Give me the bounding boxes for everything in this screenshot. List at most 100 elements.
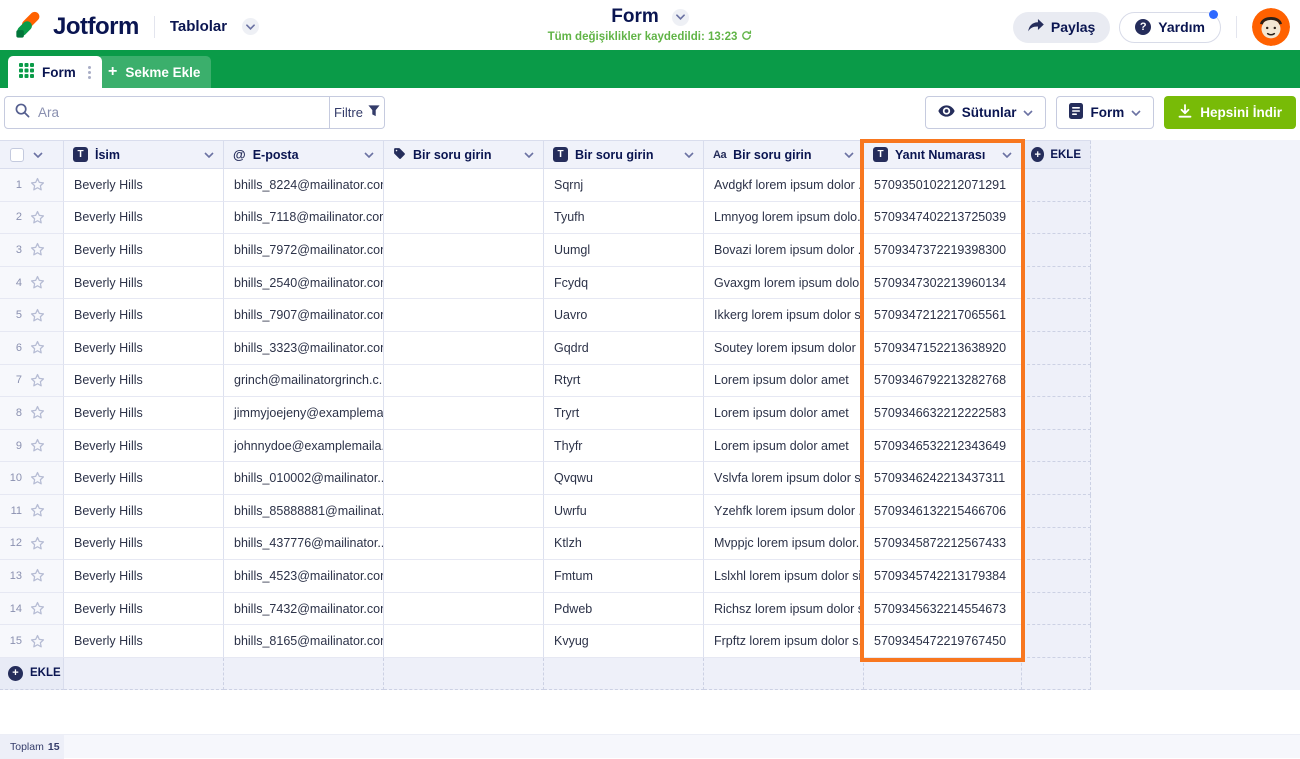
star-icon[interactable] (30, 340, 45, 355)
question2-cell[interactable]: Pdweb (544, 592, 704, 626)
star-icon[interactable] (30, 634, 45, 649)
question2-cell[interactable]: Ktlzh (544, 527, 704, 561)
question2-cell[interactable]: Sqrnj (544, 169, 704, 202)
name-cell[interactable]: Beverly Hills (64, 299, 224, 332)
question1-cell[interactable] (384, 592, 544, 626)
email-cell[interactable]: bhills_7907@mailinator.com (224, 299, 384, 332)
question3-cell[interactable]: Soutey lorem ipsum dolor ... (704, 331, 864, 365)
question1-cell[interactable] (384, 169, 544, 202)
email-cell[interactable]: bhills_010002@mailinator.... (224, 462, 384, 495)
email-cell[interactable]: bhills_7432@mailinator.com (224, 592, 384, 626)
star-icon[interactable] (30, 275, 45, 290)
question3-cell[interactable]: Lorem ipsum dolor amet (704, 364, 864, 398)
email-cell[interactable]: bhills_2540@mailinator.com (224, 266, 384, 300)
answer-number-cell[interactable]: 5709346532212343649 (864, 429, 1022, 463)
name-cell[interactable]: Beverly Hills (64, 494, 224, 528)
name-cell[interactable]: Beverly Hills (64, 331, 224, 365)
question3-cell[interactable]: Ikkerg lorem ipsum dolor s... (704, 299, 864, 332)
answer-number-cell[interactable]: 5709350102212071291 (864, 169, 1022, 202)
question3-cell[interactable]: Frpftz lorem ipsum dolor s... (704, 625, 864, 658)
view-button[interactable]: Form (1056, 96, 1155, 129)
star-icon[interactable] (30, 503, 45, 518)
answer-number-cell[interactable]: 5709347152213638920 (864, 331, 1022, 365)
question1-cell[interactable] (384, 299, 544, 332)
email-cell[interactable]: bhills_7972@mailinator.com (224, 234, 384, 267)
columns-button[interactable]: Sütunlar (924, 96, 1047, 129)
name-cell[interactable]: Beverly Hills (64, 397, 224, 430)
question3-cell[interactable]: Gvaxgm lorem ipsum dolo... (704, 266, 864, 300)
question2-cell[interactable]: Tryrt (544, 397, 704, 430)
star-icon[interactable] (30, 601, 45, 616)
answer-number-cell[interactable]: 5709347212217065561 (864, 299, 1022, 332)
question1-cell[interactable] (384, 494, 544, 528)
name-cell[interactable]: Beverly Hills (64, 234, 224, 267)
answer-number-cell[interactable]: 5709346132215466706 (864, 494, 1022, 528)
question1-cell[interactable] (384, 462, 544, 495)
answer-number-cell[interactable]: 5709347402213725039 (864, 201, 1022, 235)
column-header-yanit-numarasi[interactable]: T Yanıt Numarası (864, 141, 1022, 168)
tab-kebab-icon[interactable] (87, 65, 91, 79)
avatar[interactable] (1252, 8, 1290, 46)
question2-cell[interactable]: Rtyrt (544, 364, 704, 398)
question3-cell[interactable]: Avdgkf lorem ipsum dolor ... (704, 169, 864, 202)
tab-form[interactable]: Form (8, 56, 102, 88)
name-cell[interactable]: Beverly Hills (64, 560, 224, 593)
name-cell[interactable]: Beverly Hills (64, 429, 224, 463)
column-header-eposta[interactable]: @ E-posta (224, 141, 384, 168)
question3-cell[interactable]: Lorem ipsum dolor amet (704, 397, 864, 430)
star-icon[interactable] (30, 373, 45, 388)
question2-cell[interactable]: Uumgl (544, 234, 704, 267)
question3-cell[interactable]: Bovazi lorem ipsum dolor ... (704, 234, 864, 267)
email-cell[interactable]: bhills_7118@mailinator.com (224, 201, 384, 235)
star-icon[interactable] (30, 568, 45, 583)
name-cell[interactable]: Beverly Hills (64, 462, 224, 495)
question2-cell[interactable]: Uwrfu (544, 494, 704, 528)
question2-cell[interactable]: Uavro (544, 299, 704, 332)
question2-cell[interactable]: Tyufh (544, 201, 704, 235)
add-column-button[interactable]: + EKLE (1022, 141, 1091, 168)
answer-number-cell[interactable]: 5709345742213179384 (864, 560, 1022, 593)
question2-cell[interactable]: Thyfr (544, 429, 704, 463)
question3-cell[interactable]: Richsz lorem ipsum dolor s... (704, 592, 864, 626)
question2-cell[interactable]: Qvqwu (544, 462, 704, 495)
download-all-button[interactable]: Hepsini İndir (1164, 96, 1296, 129)
question1-cell[interactable] (384, 527, 544, 561)
email-cell[interactable]: bhills_85888881@mailinat... (224, 494, 384, 528)
add-row-button[interactable]: + EKLE (0, 657, 64, 690)
star-icon[interactable] (30, 405, 45, 420)
email-cell[interactable]: bhills_3323@mailinator.com (224, 331, 384, 365)
email-cell[interactable]: jimmyjoejeny@examplema... (224, 397, 384, 430)
add-tab-button[interactable]: + Sekme Ekle (97, 56, 212, 88)
name-cell[interactable]: Beverly Hills (64, 266, 224, 300)
question3-cell[interactable]: Lmnyog lorem ipsum dolo... (704, 201, 864, 235)
question1-cell[interactable] (384, 201, 544, 235)
question3-cell[interactable]: Vslvfa lorem ipsum dolor s... (704, 462, 864, 495)
answer-number-cell[interactable]: 5709345472219767450 (864, 625, 1022, 658)
name-cell[interactable]: Beverly Hills (64, 201, 224, 235)
search-input[interactable] (38, 105, 298, 120)
question2-cell[interactable]: Kvyug (544, 625, 704, 658)
star-icon[interactable] (30, 242, 45, 257)
column-header-soru3[interactable]: Aa Bir soru girin (704, 141, 864, 168)
star-icon[interactable] (30, 438, 45, 453)
email-cell[interactable]: grinch@mailinatorgrinch.c... (224, 364, 384, 398)
question1-cell[interactable] (384, 331, 544, 365)
question1-cell[interactable] (384, 625, 544, 658)
question2-cell[interactable]: Gqdrd (544, 331, 704, 365)
question1-cell[interactable] (384, 429, 544, 463)
answer-number-cell[interactable]: 5709346792213282768 (864, 364, 1022, 398)
answer-number-cell[interactable]: 5709346242213437311 (864, 462, 1022, 495)
answer-number-cell[interactable]: 5709345632214554673 (864, 592, 1022, 626)
search-box[interactable] (4, 96, 330, 129)
question3-cell[interactable]: Lslxhl lorem ipsum dolor si... (704, 560, 864, 593)
help-button[interactable]: ? Yardım (1119, 9, 1221, 43)
column-header-soru2[interactable]: T Bir soru girin (544, 141, 704, 168)
question3-cell[interactable]: Yzehfk lorem ipsum dolor ... (704, 494, 864, 528)
question2-cell[interactable]: Fmtum (544, 560, 704, 593)
star-icon[interactable] (30, 177, 45, 192)
question1-cell[interactable] (384, 234, 544, 267)
email-cell[interactable]: johnnydoe@examplemaila.... (224, 429, 384, 463)
email-cell[interactable]: bhills_8165@mailinator.com (224, 625, 384, 658)
answer-number-cell[interactable]: 5709347372219398300 (864, 234, 1022, 267)
name-cell[interactable]: Beverly Hills (64, 364, 224, 398)
